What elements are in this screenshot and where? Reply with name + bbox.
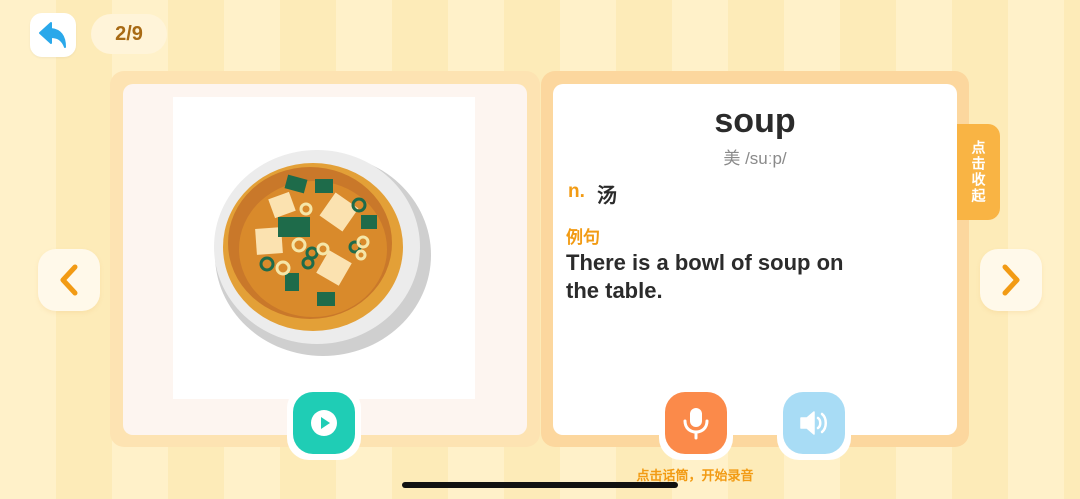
speaker-button-face — [783, 392, 845, 454]
collapse-tab-label: 点击收起 — [970, 140, 987, 204]
speaker-button[interactable] — [777, 386, 851, 460]
record-button-face — [665, 392, 727, 454]
record-button[interactable] — [659, 386, 733, 460]
play-button-face — [293, 392, 355, 454]
microphone-icon — [683, 408, 709, 440]
soup-illustration — [173, 97, 475, 399]
play-button[interactable] — [287, 386, 361, 460]
soup-bowl-icon — [214, 150, 431, 356]
word-meaning: 汤 — [597, 185, 617, 207]
example-label: 例句 — [566, 228, 600, 247]
collapse-tab[interactable]: 点击收起 — [957, 124, 1000, 220]
play-icon — [311, 410, 337, 436]
back-arrow-icon — [39, 22, 66, 48]
next-button[interactable] — [980, 249, 1042, 311]
part-of-speech: n. — [568, 181, 585, 202]
phonetic-text: 美 /suːp/ — [723, 149, 787, 168]
example-sentence: There is a bowl of soup on the table. — [566, 250, 844, 303]
prev-button[interactable] — [38, 249, 100, 311]
chevron-right-icon — [1002, 264, 1020, 296]
home-indicator — [402, 482, 678, 488]
word-title: soup — [714, 102, 796, 140]
chevron-left-icon — [60, 264, 78, 296]
back-button[interactable] — [30, 13, 76, 57]
progress-counter: 2/9 — [91, 14, 167, 54]
speaker-icon — [800, 411, 827, 435]
